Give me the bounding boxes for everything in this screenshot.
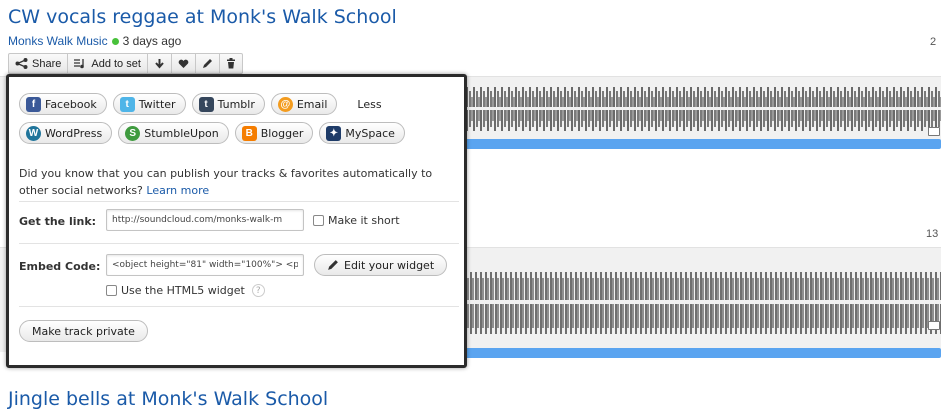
pencil-icon: [202, 59, 212, 68]
email-button[interactable]: @ Email: [270, 93, 338, 115]
share-service-label: Tumblr: [217, 97, 255, 111]
comment-icon[interactable]: [928, 321, 940, 330]
share-icon: [15, 58, 28, 69]
heart-icon: [178, 59, 189, 68]
track-title[interactable]: Jingle bells at Monk's Walk School: [8, 388, 328, 410]
make-private-button[interactable]: Make track private: [19, 320, 148, 342]
online-dot: [111, 37, 119, 45]
share-panel: f Facebook t Twitter t Tumblr @ Email Le…: [6, 74, 467, 368]
track-title[interactable]: CW vocals reggae at Monk's Walk School: [8, 6, 397, 28]
edit-widget-button[interactable]: Edit your widget: [314, 254, 448, 276]
share-services-row-1: f Facebook t Twitter t Tumblr @ Email Le…: [19, 93, 382, 115]
make-short-label: Make it short: [328, 214, 400, 227]
delete-button[interactable]: [220, 54, 242, 73]
publish-info-text: Did you know that you can publish your t…: [19, 165, 459, 199]
facebook-button[interactable]: f Facebook: [19, 93, 107, 115]
make-short-option[interactable]: Make it short: [313, 214, 400, 227]
track-toolbar: Share Add to set: [8, 53, 243, 74]
make-private-label: Make track private: [32, 324, 135, 338]
stumbleupon-icon: S: [125, 125, 141, 141]
play-count: 2: [930, 36, 937, 48]
blogger-icon: B: [241, 125, 257, 141]
edit-button[interactable]: [196, 54, 220, 73]
user-link[interactable]: Monks Walk Music: [8, 34, 108, 48]
playlist-icon: [74, 59, 85, 69]
download-button[interactable]: [148, 54, 172, 73]
embed-code-field[interactable]: [106, 254, 304, 276]
wordpress-icon: W: [26, 125, 41, 141]
trash-icon: [226, 58, 235, 69]
tumblr-button[interactable]: t Tumblr: [191, 93, 265, 115]
twitter-button[interactable]: t Twitter: [112, 93, 186, 115]
email-icon: @: [277, 96, 293, 112]
link-field[interactable]: [106, 209, 304, 231]
html5-widget-checkbox[interactable]: [106, 285, 117, 296]
wordpress-button[interactable]: W WordPress: [19, 122, 113, 144]
html5-widget-label: Use the HTML5 widget: [121, 284, 245, 297]
share-service-label: Facebook: [45, 97, 97, 111]
share-service-label: MySpace: [345, 126, 395, 140]
get-link-label: Get the link:: [19, 215, 97, 228]
myspace-button[interactable]: ✦ MySpace: [319, 122, 405, 144]
share-label: Share: [32, 57, 62, 70]
divider: [19, 243, 459, 244]
edit-widget-label: Edit your widget: [344, 258, 435, 272]
stumbleupon-button[interactable]: S StumbleUpon: [118, 122, 229, 144]
less-link[interactable]: Less: [357, 98, 381, 111]
divider: [19, 201, 459, 202]
add-to-set-button[interactable]: Add to set: [68, 54, 148, 73]
tumblr-icon: t: [198, 96, 214, 112]
share-service-label: Email: [296, 97, 328, 111]
share-services-row-2: W WordPress S StumbleUpon B Blogger ✦ My…: [19, 122, 405, 144]
comment-icon[interactable]: [928, 127, 940, 136]
share-service-label: Twitter: [138, 97, 176, 111]
make-short-checkbox[interactable]: [313, 215, 324, 226]
add-to-set-label: Add to set: [91, 57, 141, 70]
publish-info-body: Did you know that you can publish your t…: [19, 167, 433, 197]
track-meta: Monks Walk Music 3 days ago: [8, 34, 181, 48]
myspace-icon: ✦: [326, 125, 342, 141]
share-button[interactable]: Share: [9, 54, 69, 73]
share-service-label: WordPress: [45, 126, 103, 140]
embed-code-label: Embed Code:: [19, 260, 101, 273]
favorite-button[interactable]: [172, 54, 196, 73]
share-service-label: Blogger: [260, 126, 304, 140]
track-age: 3 days ago: [122, 34, 182, 48]
pencil-icon: [328, 260, 338, 270]
help-icon[interactable]: ?: [251, 284, 265, 297]
download-icon: [155, 59, 164, 69]
share-service-label: StumbleUpon: [144, 126, 219, 140]
blogger-button[interactable]: B Blogger: [234, 122, 314, 144]
facebook-icon: f: [26, 96, 41, 112]
learn-more-link[interactable]: Learn more: [146, 184, 209, 197]
html5-widget-option[interactable]: Use the HTML5 widget ?: [106, 284, 265, 297]
divider: [19, 306, 459, 307]
twitter-icon: t: [119, 96, 135, 112]
play-count: 13: [926, 228, 939, 240]
